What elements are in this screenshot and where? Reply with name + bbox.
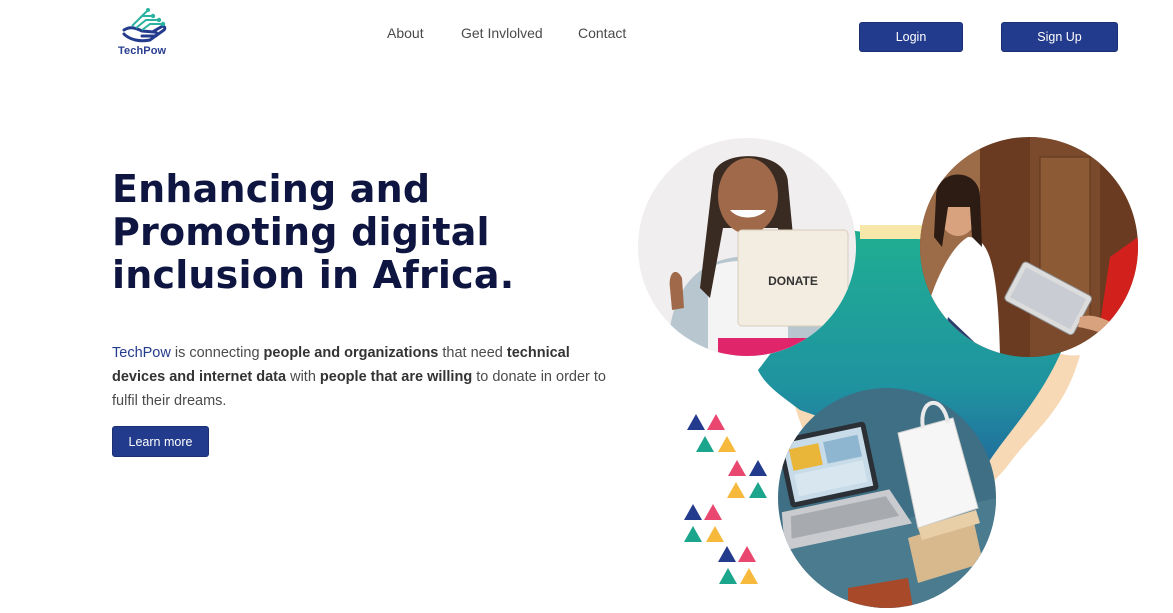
- triangle-pattern-decoration: [684, 414, 767, 584]
- learn-more-button[interactable]: Learn more: [112, 426, 209, 457]
- logo-text: TechPow: [118, 45, 167, 57]
- hero-heading: Enhancing and Promoting digital inclusio…: [112, 168, 582, 297]
- hero-heading-line: Promoting digital: [112, 210, 490, 254]
- hero-artwork: DONATE: [630, 130, 1173, 613]
- nav-about-link[interactable]: About: [387, 25, 424, 41]
- laptop-shopping-photo: [778, 388, 996, 608]
- signup-button[interactable]: Sign Up: [1001, 22, 1118, 52]
- hero-heading-line: inclusion in Africa.: [112, 253, 515, 297]
- main-nav: About Get Invlolved Contact: [0, 25, 1173, 45]
- description-text: with: [286, 369, 320, 385]
- nav-contact-link[interactable]: Contact: [578, 25, 626, 41]
- description-emphasis: people that are willing: [319, 369, 473, 385]
- woman-tablet-photo: [920, 137, 1138, 357]
- hero-description: TechPow is connecting people and organiz…: [112, 341, 622, 413]
- description-text: that need: [438, 345, 507, 361]
- description-text: is connecting: [170, 345, 264, 361]
- hero-heading-line: Enhancing and: [112, 167, 431, 211]
- woman-donate-photo: DONATE: [638, 138, 856, 356]
- brand-name: TechPow: [112, 345, 171, 361]
- description-emphasis: people and organizations: [263, 345, 439, 361]
- login-button[interactable]: Login: [859, 22, 963, 52]
- donate-box-label: DONATE: [768, 274, 818, 288]
- nav-get-involved-link[interactable]: Get Invlolved: [461, 25, 543, 41]
